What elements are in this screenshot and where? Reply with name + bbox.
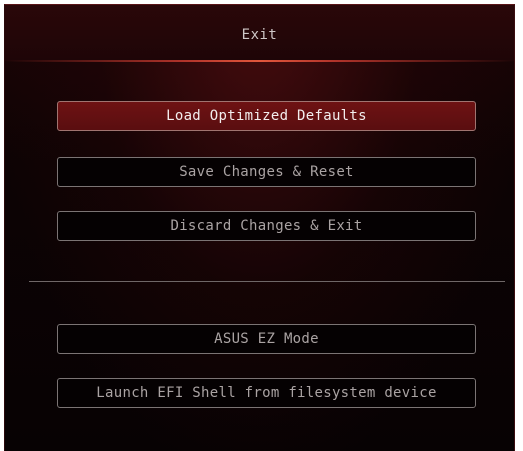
title-divider: [5, 60, 514, 62]
title-bar: Exit: [5, 5, 514, 61]
exit-dialog: Exit Load Optimized Defaults Save Change…: [4, 4, 515, 451]
section-divider: [29, 281, 505, 282]
dialog-title: Exit: [241, 27, 278, 43]
asus-ez-mode-button[interactable]: ASUS EZ Mode: [57, 324, 476, 354]
load-optimized-defaults-button[interactable]: Load Optimized Defaults: [57, 101, 476, 131]
launch-efi-shell-button[interactable]: Launch EFI Shell from filesystem device: [57, 378, 476, 408]
discard-changes-exit-button[interactable]: Discard Changes & Exit: [57, 211, 476, 241]
save-changes-reset-button[interactable]: Save Changes & Reset: [57, 157, 476, 187]
